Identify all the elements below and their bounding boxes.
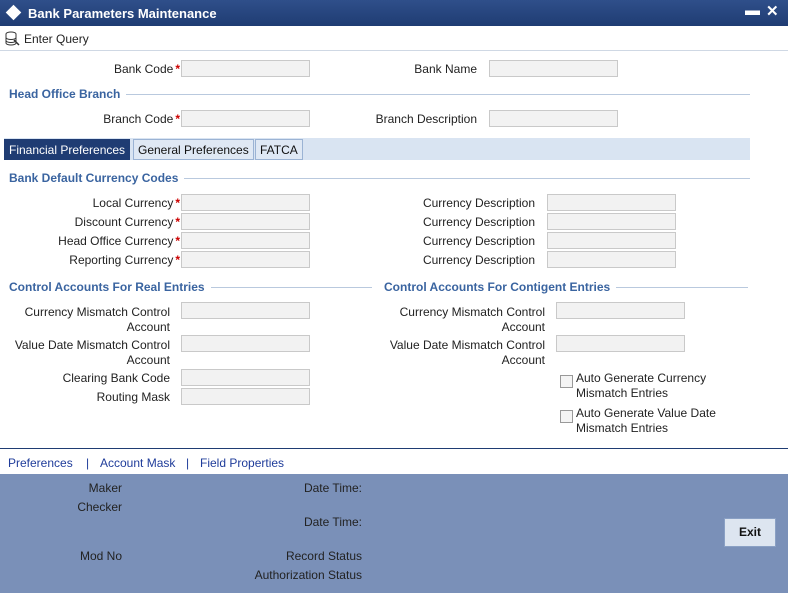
local-currency-input[interactable] <box>181 194 310 211</box>
toolbar: Enter Query <box>0 26 788 51</box>
exit-button[interactable]: Exit <box>724 518 776 547</box>
section-head-office-branch: Head Office Branch <box>9 87 127 101</box>
link-separator: | <box>86 456 90 470</box>
head-office-currency-label: Head Office Currency * <box>58 234 180 248</box>
real-currency-mismatch-input[interactable] <box>181 302 310 319</box>
contingent-currency-mismatch-label-line1: Currency Mismatch Control <box>399 305 545 319</box>
contingent-value-date-mismatch-input[interactable] <box>556 335 685 352</box>
branch-description-label: Branch Description <box>375 112 477 126</box>
clearing-bank-code-label: Clearing Bank Code <box>62 371 170 385</box>
account-mask-link[interactable]: Account Mask <box>100 456 175 470</box>
mod-no-label: Mod No <box>79 549 122 563</box>
routing-mask-label: Routing Mask <box>96 390 170 404</box>
discount-currency-description-label: Currency Description <box>422 215 535 229</box>
auto-generate-currency-mismatch-label-line1: Auto Generate Currency <box>576 371 707 385</box>
window-title: Bank Parameters Maintenance <box>28 6 217 21</box>
tab-bar: Financial Preferences General Preference… <box>4 138 750 160</box>
maker-label: Maker <box>88 481 122 495</box>
bank-name-input[interactable] <box>489 60 618 77</box>
checker-date-time-label: Date Time: <box>303 515 362 529</box>
head-office-currency-description-input[interactable] <box>547 232 676 249</box>
authorization-status-label: Authorization Status <box>254 568 362 582</box>
discount-currency-label: Discount Currency * <box>74 215 180 229</box>
contingent-value-date-mismatch-label-line2: Account <box>501 353 545 367</box>
reporting-currency-description-label: Currency Description <box>422 253 535 267</box>
bank-name-label: Bank Name <box>414 62 477 76</box>
auto-generate-currency-mismatch-label-line2: Mismatch Entries <box>576 386 669 400</box>
minimize-button[interactable]: ▬ <box>745 2 760 19</box>
local-currency-label: Local Currency * <box>92 196 180 210</box>
enter-query-label: Enter Query <box>24 32 89 46</box>
contingent-currency-mismatch-label-line2: Account <box>501 320 545 334</box>
discount-currency-input[interactable] <box>181 213 310 230</box>
section-control-accounts-contingent: Control Accounts For Contigent Entries <box>384 280 617 294</box>
contingent-value-date-mismatch-label-line1: Value Date Mismatch Control <box>389 338 545 352</box>
enter-query-button[interactable]: Enter Query <box>4 31 89 47</box>
reporting-currency-label: Reporting Currency * <box>69 253 180 267</box>
auto-generate-value-date-mismatch-checkbox[interactable] <box>560 410 573 423</box>
tab-fatca[interactable]: FATCA <box>255 139 303 160</box>
clearing-bank-code-input[interactable] <box>181 369 310 386</box>
link-separator: | <box>186 456 190 470</box>
field-properties-link[interactable]: Field Properties <box>200 456 284 470</box>
tab-general-preferences[interactable]: General Preferences <box>133 139 254 160</box>
preferences-link[interactable]: Preferences <box>8 456 73 470</box>
title-bar: Bank Parameters Maintenance ▬ ✕ <box>0 0 788 26</box>
database-query-icon <box>5 31 20 46</box>
branch-description-input[interactable] <box>489 110 618 127</box>
real-currency-mismatch-label-line2: Account <box>126 320 170 334</box>
auto-generate-value-date-mismatch-label-line2: Mismatch Entries <box>576 421 669 435</box>
branch-code-input[interactable] <box>181 110 310 127</box>
checker-label: Checker <box>77 500 122 514</box>
reporting-currency-input[interactable] <box>181 251 310 268</box>
record-status-label: Record Status <box>285 549 362 563</box>
auto-generate-value-date-mismatch-label-line1: Auto Generate Value Date <box>576 406 716 420</box>
link-bar: Preferences | Account Mask | Field Prope… <box>0 448 788 474</box>
real-value-date-mismatch-label-line2: Account <box>126 353 170 367</box>
contingent-currency-mismatch-input[interactable] <box>556 302 685 319</box>
head-office-currency-description-label: Currency Description <box>422 234 535 248</box>
branch-code-label: Branch Code * <box>103 112 180 126</box>
bank-code-label: Bank Code * <box>113 62 180 76</box>
bank-code-input[interactable] <box>181 60 310 77</box>
section-control-accounts-real: Control Accounts For Real Entries <box>9 280 211 294</box>
real-value-date-mismatch-label-line1: Value Date Mismatch Control <box>14 338 170 352</box>
section-bank-default-currency-codes: Bank Default Currency Codes <box>9 171 185 185</box>
real-value-date-mismatch-input[interactable] <box>181 335 310 352</box>
close-button[interactable]: ✕ <box>766 2 779 20</box>
head-office-currency-input[interactable] <box>181 232 310 249</box>
local-currency-description-input[interactable] <box>547 194 676 211</box>
discount-currency-description-input[interactable] <box>547 213 676 230</box>
app-diamond-icon <box>5 4 22 21</box>
tab-financial-preferences[interactable]: Financial Preferences <box>4 139 131 160</box>
reporting-currency-description-input[interactable] <box>547 251 676 268</box>
auto-generate-currency-mismatch-checkbox[interactable] <box>560 375 573 388</box>
local-currency-description-label: Currency Description <box>422 196 535 210</box>
routing-mask-input[interactable] <box>181 388 310 405</box>
maker-date-time-label: Date Time: <box>303 481 362 495</box>
real-currency-mismatch-label-line1: Currency Mismatch Control <box>24 305 170 319</box>
